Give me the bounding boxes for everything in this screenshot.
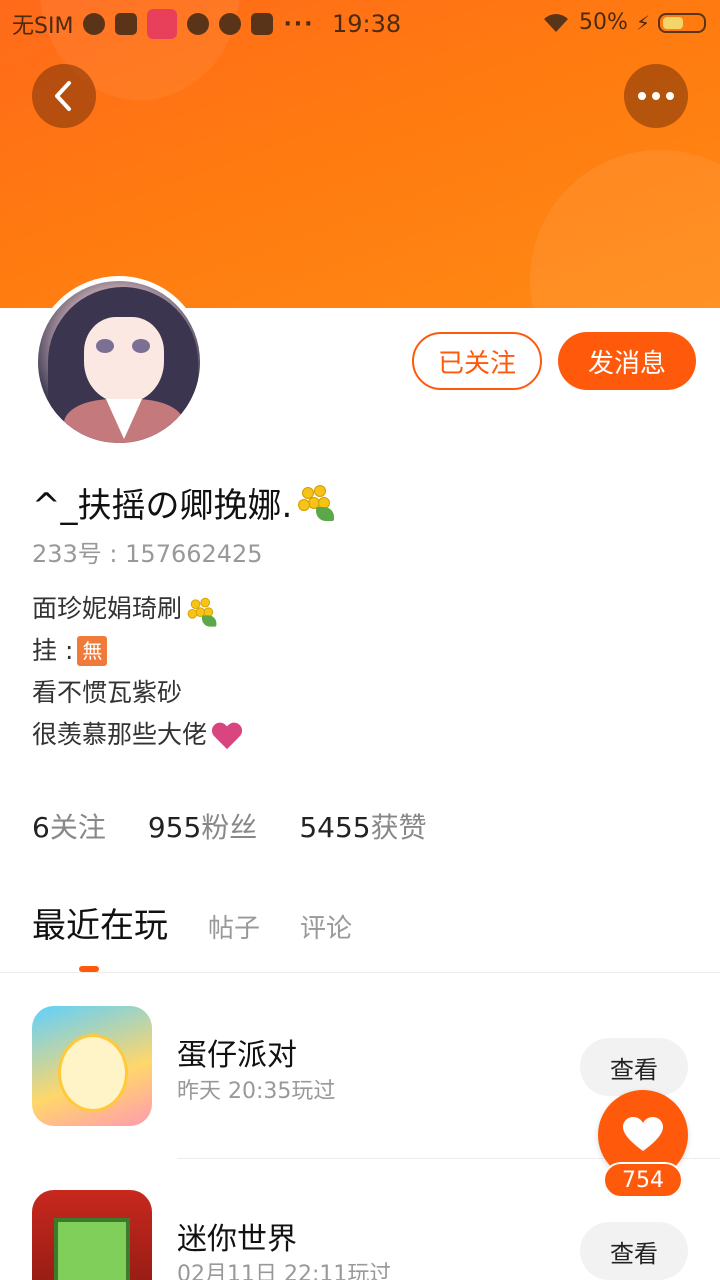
wifi-icon bbox=[544, 13, 569, 32]
mail-icon bbox=[115, 13, 138, 35]
broken-heart-icon bbox=[211, 721, 243, 749]
view-button[interactable]: 查看 bbox=[580, 1038, 688, 1096]
s-icon bbox=[251, 13, 274, 35]
tab-posts[interactable]: 帖子 bbox=[208, 908, 260, 947]
more-notifications-icon: ··· bbox=[283, 11, 315, 37]
bio-line: 挂 : bbox=[32, 636, 74, 665]
bio-line: 面珍妮娟琦刷 bbox=[32, 594, 183, 623]
more-dots-icon bbox=[638, 92, 674, 100]
game-name[interactable]: 蛋仔派对 bbox=[177, 1030, 297, 1074]
bouquet-icon bbox=[296, 483, 336, 523]
likes-stat: 5455获赞 bbox=[299, 811, 427, 844]
music-icon bbox=[147, 9, 178, 39]
game-icon-mini-world[interactable] bbox=[32, 1190, 152, 1280]
bio-line: 看不惯瓦紫砂 bbox=[32, 678, 183, 707]
tab-comments[interactable]: 评论 bbox=[300, 908, 352, 947]
send-message-button[interactable]: 发消息 bbox=[558, 332, 696, 390]
game-played-time: 昨天 20:35玩过 bbox=[177, 1079, 336, 1104]
bouquet-icon bbox=[186, 596, 217, 627]
game-name[interactable]: 迷你世界 bbox=[177, 1214, 297, 1258]
status-bar: 无SIM ··· 19:38 50% ⚡ bbox=[0, 0, 720, 48]
view-button[interactable]: 查看 bbox=[580, 1222, 688, 1280]
avatar[interactable] bbox=[33, 276, 205, 448]
bio: 面珍妮娟琦刷 挂 : 無 看不惯瓦紫砂 很羡慕那些大佬 bbox=[32, 588, 243, 756]
profile-stats: 6关注 955粉丝 5455获赞 bbox=[32, 806, 427, 846]
heart-icon bbox=[623, 1117, 663, 1151]
planet-icon bbox=[219, 13, 242, 35]
battery-icon bbox=[658, 12, 706, 33]
tab-recent-games[interactable]: 最近在玩 bbox=[32, 898, 168, 947]
carrier-label: 无SIM bbox=[12, 14, 74, 39]
play-icon bbox=[83, 13, 106, 35]
wu-badge-icon: 無 bbox=[77, 636, 108, 666]
username: ^_扶摇の卿挽娜. bbox=[32, 478, 336, 527]
game-played-time: 02月11日 22:11玩过 bbox=[177, 1262, 392, 1280]
following-stat[interactable]: 6关注 bbox=[32, 806, 106, 846]
bio-line: 很羡慕那些大佬 bbox=[32, 720, 208, 749]
user-id: 233号 : 157662425 bbox=[32, 540, 263, 568]
back-button[interactable] bbox=[32, 64, 96, 128]
game-icon-eggy-party[interactable] bbox=[32, 1006, 152, 1126]
more-button[interactable] bbox=[624, 64, 688, 128]
clock: 19:38 bbox=[332, 10, 402, 38]
followed-button[interactable]: 已关注 bbox=[412, 332, 542, 390]
profile-tabs: 最近在玩 帖子 评论 bbox=[32, 898, 352, 947]
banner-decoration bbox=[530, 150, 720, 308]
charging-icon: ⚡ bbox=[635, 10, 650, 35]
battery-percent: 50% bbox=[579, 10, 628, 35]
fans-stat[interactable]: 955粉丝 bbox=[148, 806, 257, 846]
game-icon bbox=[187, 13, 210, 35]
like-count-badge: 754 bbox=[603, 1162, 683, 1198]
username-text: ^_扶摇の卿挽娜. bbox=[32, 486, 293, 526]
divider bbox=[0, 972, 720, 973]
chevron-left-icon bbox=[55, 81, 71, 111]
